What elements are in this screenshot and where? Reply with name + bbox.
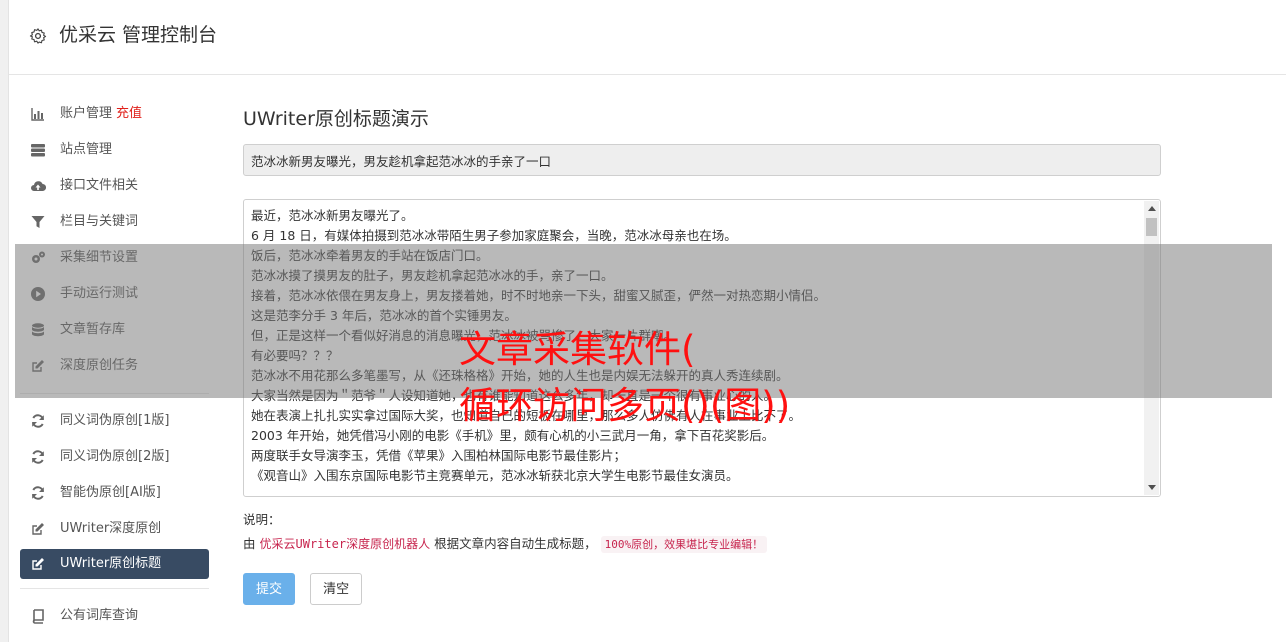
article-line: 两度联手女导演李玉，凭借《苹果》入围柏林国际电影节最佳影片； (251, 448, 627, 463)
cloud-upload-icon (30, 178, 46, 194)
article-line: 6 月 18 日，有媒体拍摄到范冰冰带陌生男子参加家庭聚会，当晚，范冰冰母亲也在… (251, 228, 737, 243)
sidebar-item[interactable]: UWriter原创标题 (20, 549, 209, 579)
watermark-overlay (15, 244, 1272, 398)
article-line: 最近，范冰冰新男友曝光了。 (251, 208, 414, 223)
sidebar-item-label: 公有词库查询 (60, 608, 139, 623)
edit-icon (30, 556, 46, 572)
title-input[interactable] (243, 144, 1161, 176)
book-icon (30, 608, 46, 624)
page-title: UWriter原创标题演示 (243, 108, 429, 130)
sidebar-item[interactable]: 智能伪原创[AI版] (20, 475, 209, 511)
refresh-icon (30, 485, 46, 501)
sidebar-item-label: 接口文件相关 (60, 178, 139, 193)
sidebar-item-label: 账户管理 (60, 106, 113, 121)
sidebar-item-label: UWriter原创标题 (60, 556, 162, 571)
help-pill: 100%原创，效果堪比专业编辑！ (600, 536, 768, 553)
sidebar-item-label: 同义词伪原创[1版] (60, 413, 170, 428)
sidebar-item[interactable]: 公有词库查询 (20, 598, 209, 634)
watermark-line-1: 文章采集软件( (459, 328, 696, 371)
edit-icon (30, 521, 46, 537)
bar-chart-icon (30, 106, 46, 122)
sidebar-item[interactable]: UWriter深度原创 (20, 511, 209, 547)
refresh-icon (30, 413, 46, 429)
sidebar-item-label: 智能伪原创[AI版] (60, 485, 161, 500)
scroll-thumb[interactable] (1146, 218, 1157, 236)
sidebar-divider (20, 588, 209, 589)
sidebar-item-label: 栏目与关键词 (60, 214, 139, 229)
sidebar-item[interactable]: 接口文件相关 (20, 168, 209, 204)
sidebar-item[interactable]: 账户管理 充值 (20, 96, 209, 132)
button-row: 提交 清空 (243, 573, 1163, 605)
scroll-up-icon[interactable] (1148, 206, 1156, 211)
help-highlight: 优采云UWriter深度原创机器人 (259, 537, 431, 551)
sidebar-item-label: UWriter深度原创 (60, 521, 162, 536)
gear-icon (29, 28, 47, 44)
help-label: 说明： (243, 512, 281, 527)
sidebar-item-label: 站点管理 (60, 142, 113, 157)
app-title: 优采云 管理控制台 (59, 24, 218, 46)
help-prefix: 由 (243, 536, 256, 551)
recharge-link[interactable]: 充值 (116, 106, 142, 121)
sidebar-item[interactable]: 栏目与关键词 (20, 204, 209, 240)
sidebar-item-label: 同义词伪原创[2版] (60, 449, 170, 464)
help-middle: 根据文章内容自动生成标题， (434, 536, 597, 551)
watermark-line-2: 循环访问多页()(图)) (459, 384, 791, 427)
sidebar-item[interactable]: 同义词伪原创[1版] (20, 403, 209, 439)
server-icon (30, 142, 46, 158)
sidebar-item[interactable]: 站点管理 (20, 132, 209, 168)
help-text: 由 优采云UWriter深度原创机器人 根据文章内容自动生成标题， 100%原创，… (243, 534, 1163, 555)
clear-button[interactable]: 清空 (310, 573, 363, 605)
filter-icon (30, 214, 46, 230)
sidebar-item[interactable]: 同义词伪原创[2版] (20, 439, 209, 475)
scroll-down-icon[interactable] (1148, 485, 1156, 490)
submit-button[interactable]: 提交 (243, 573, 296, 605)
article-line: 《观音山》入围东京国际电影节主竞赛单元，范冰冰斩获北京大学生电影节最佳女演员。 (251, 468, 739, 483)
header: 优采云 管理控制台 (9, 0, 1286, 75)
article-line: 2003 年开始，她凭借冯小刚的电影《手机》里，颇有心机的小三武月一角，拿下百花… (251, 428, 775, 443)
refresh-icon (30, 449, 46, 465)
